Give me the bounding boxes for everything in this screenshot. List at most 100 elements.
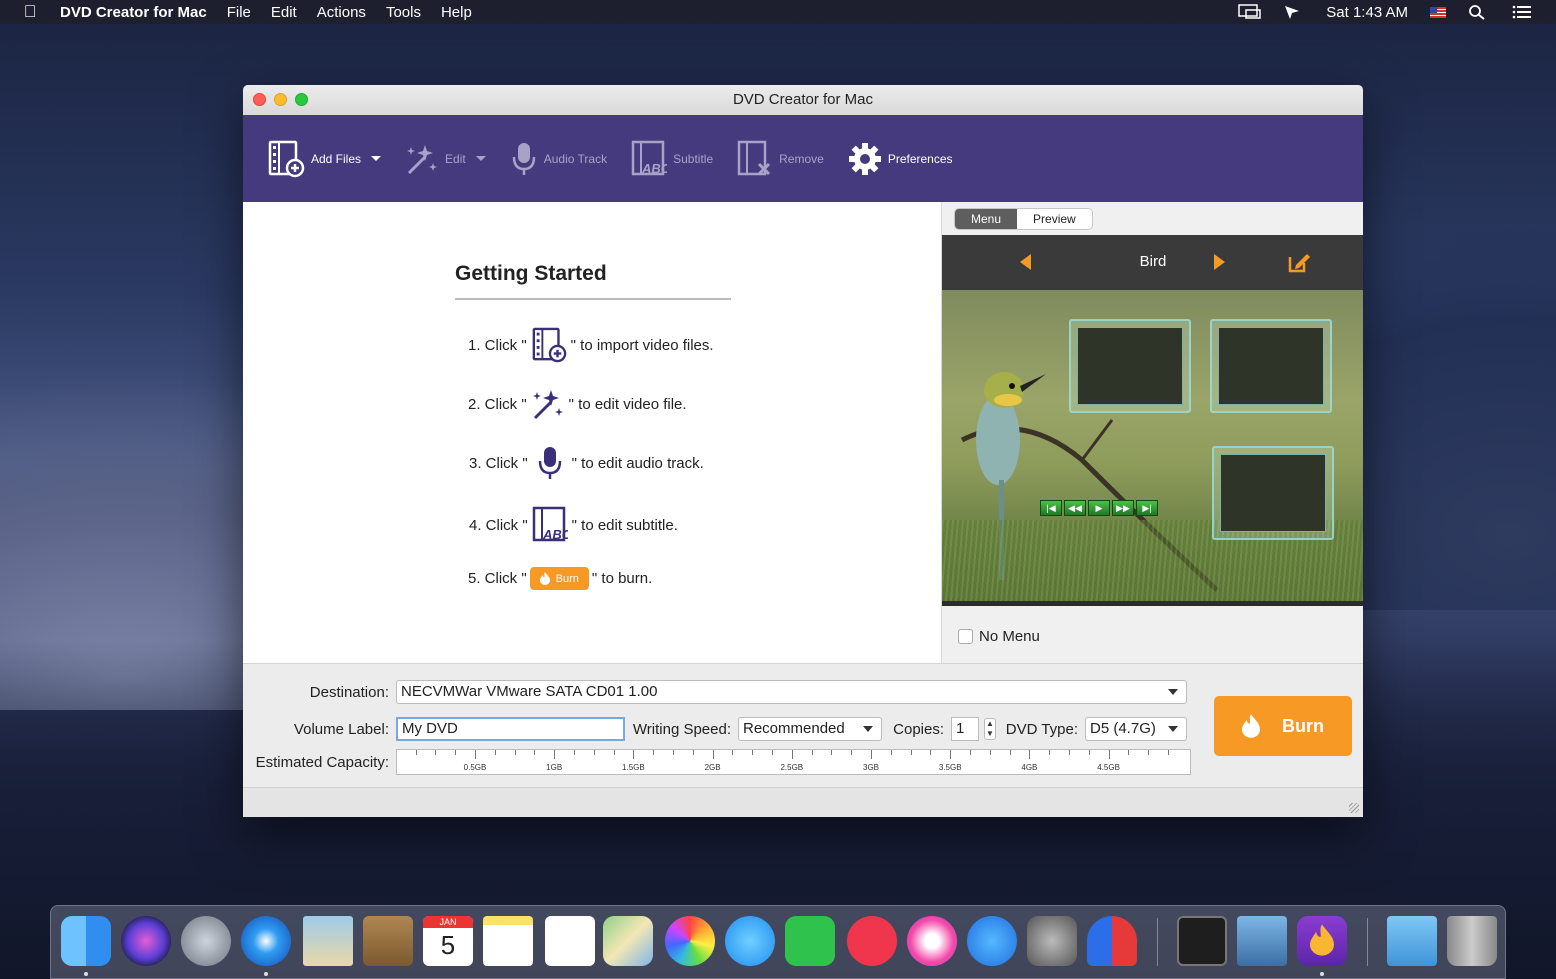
capacity-minor-tick [950, 750, 951, 755]
capacity-minor-tick [515, 750, 516, 755]
getting-started-title: Getting Started [455, 262, 731, 300]
magnet-icon[interactable] [1087, 916, 1137, 966]
preferences-button[interactable]: Preferences [848, 134, 953, 184]
display-mirroring-icon[interactable] [1238, 4, 1262, 20]
mail-icon[interactable] [303, 916, 353, 966]
no-menu-checkbox[interactable] [958, 629, 973, 644]
resize-grip-icon[interactable] [1349, 803, 1359, 813]
destination-label: Destination: [309, 684, 389, 701]
chapter-thumbnail[interactable] [1212, 446, 1334, 540]
tab-menu[interactable]: Menu [955, 209, 1018, 229]
getting-started-section: Getting Started [455, 262, 731, 300]
skip-back-icon[interactable]: |◀ [1040, 500, 1062, 516]
location-icon[interactable] [1282, 4, 1304, 20]
dock-separator [1367, 918, 1368, 966]
launchpad-icon[interactable] [181, 916, 231, 966]
edit-button[interactable]: Edit [405, 134, 486, 184]
zoom-window-button[interactable] [295, 93, 308, 106]
capacity-minor-tick [792, 750, 793, 755]
finder-icon[interactable] [61, 916, 111, 966]
spotlight-icon[interactable] [1468, 4, 1490, 20]
no-menu-option[interactable]: No Menu [958, 628, 1040, 645]
menu-file[interactable]: File [227, 4, 251, 21]
facetime-icon[interactable] [785, 916, 835, 966]
add-files-button[interactable]: Add Files [267, 134, 382, 184]
copies-stepper[interactable]: ▲ ▼ [984, 718, 996, 740]
apple-icon[interactable]:  [0, 2, 60, 22]
chevron-down-icon [1168, 689, 1178, 695]
remove-icon [737, 140, 771, 175]
menu-preview-toggle: Menu Preview [954, 208, 1093, 230]
messages-icon[interactable] [725, 916, 775, 966]
destination-select[interactable]: NECVMWar VMware SATA CD01 1.00 [396, 680, 1187, 704]
menu-edit[interactable]: Edit [271, 4, 297, 21]
menu-app-name[interactable]: DVD Creator for Mac [60, 4, 207, 21]
trash-icon[interactable] [1447, 916, 1497, 966]
playback-controls: |◀ ◀◀ ▶ ▶▶ ▶| [1040, 500, 1158, 516]
menu-actions[interactable]: Actions [317, 4, 366, 21]
fast-forward-icon[interactable]: ▶▶ [1112, 500, 1134, 516]
us-flag-icon[interactable] [1430, 6, 1446, 18]
burn-button[interactable]: Burn [1214, 696, 1352, 756]
capacity-minor-tick [435, 750, 436, 755]
chevron-down-icon[interactable] [371, 156, 382, 161]
menu-help[interactable]: Help [441, 4, 472, 21]
terminal-icon[interactable] [1177, 916, 1227, 966]
menubar-clock[interactable]: Sat 1:43 AM [1326, 4, 1408, 21]
next-template-button[interactable] [1214, 254, 1225, 270]
capacity-tick-label: 2.5GB [780, 763, 804, 772]
notification-center-icon[interactable] [1512, 4, 1534, 20]
dvd-creator-icon[interactable] [1297, 916, 1347, 966]
preview-icon[interactable] [1237, 916, 1287, 966]
capacity-tick-label: 3.5GB [938, 763, 962, 772]
reminders-icon[interactable] [545, 916, 595, 966]
minimize-window-button[interactable] [274, 93, 287, 106]
microphone-icon [536, 445, 564, 481]
calendar-icon[interactable]: JAN 5 [423, 916, 473, 966]
dvd-type-select[interactable]: D5 (4.7G) [1085, 717, 1187, 741]
capacity-minor-tick [534, 750, 535, 755]
app-store-icon[interactable] [967, 916, 1017, 966]
no-menu-label: No Menu [979, 628, 1040, 645]
copies-input[interactable]: 1 [951, 717, 979, 741]
safari-icon[interactable] [241, 916, 291, 966]
capacity-minor-tick [831, 750, 832, 755]
chapter-thumbnail[interactable] [1069, 319, 1191, 413]
news-icon[interactable] [847, 916, 897, 966]
subtitle-button[interactable]: ABC Subtitle [631, 134, 713, 184]
volume-label-input[interactable]: My DVD [396, 717, 625, 741]
chapter-thumbnail[interactable] [1210, 319, 1332, 413]
app-window: DVD Creator for Mac Add Files Edit Audio… [243, 85, 1363, 817]
chevron-down-icon[interactable] [475, 156, 486, 161]
capacity-minor-tick [812, 750, 813, 755]
capacity-minor-tick [752, 750, 753, 755]
estimated-capacity-label: Estimated Capacity: [255, 754, 389, 771]
itunes-icon[interactable] [907, 916, 957, 966]
subtitle-icon: ABC [532, 506, 568, 544]
capacity-minor-tick [911, 750, 912, 755]
system-preferences-icon[interactable] [1027, 916, 1077, 966]
add-files-icon [531, 327, 567, 363]
writing-speed-select[interactable]: Recommended [738, 717, 882, 741]
maps-icon[interactable] [603, 916, 653, 966]
remove-button[interactable]: Remove [737, 134, 824, 184]
menu-tools[interactable]: Tools [386, 4, 421, 21]
tab-preview[interactable]: Preview [1017, 209, 1092, 229]
contacts-icon[interactable] [363, 916, 413, 966]
siri-icon[interactable] [121, 916, 171, 966]
window-titlebar[interactable]: DVD Creator for Mac [243, 85, 1363, 115]
skip-forward-icon[interactable]: ▶| [1136, 500, 1158, 516]
burn-settings-panel: Destination: NECVMWar VMware SATA CD01 1… [243, 663, 1363, 787]
close-window-button[interactable] [253, 93, 266, 106]
notes-icon[interactable] [483, 916, 533, 966]
photos-icon[interactable] [665, 916, 715, 966]
rewind-icon[interactable]: ◀◀ [1064, 500, 1086, 516]
audio-track-button[interactable]: Audio Track [510, 134, 607, 184]
capacity-tick-label: 1.5GB [622, 763, 645, 772]
chevron-down-icon [863, 726, 873, 732]
edit-template-icon[interactable] [1286, 249, 1312, 275]
play-icon[interactable]: ▶ [1088, 500, 1110, 516]
capacity-minor-tick [713, 750, 714, 755]
downloads-folder-icon[interactable] [1387, 916, 1437, 966]
capacity-minor-tick [693, 750, 694, 755]
